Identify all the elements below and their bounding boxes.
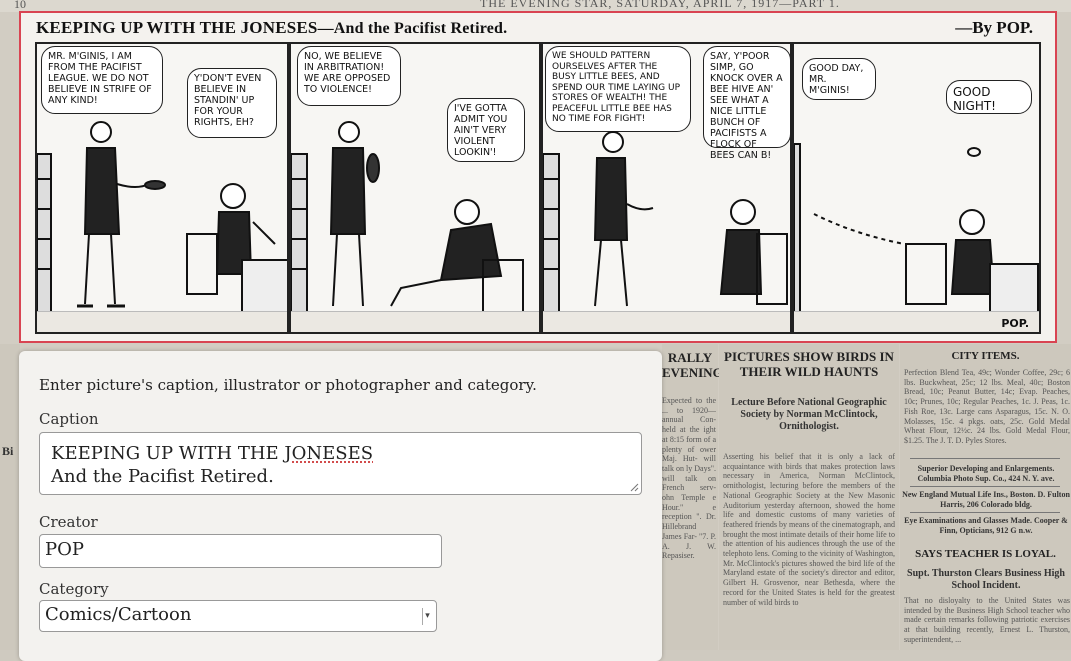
comic-title: KEEPING UP WITH THE JONESES—And the Paci… (36, 18, 507, 38)
misspelled-word: JONESES (284, 443, 374, 464)
dropdown-arrow-icon: ▾ (422, 608, 432, 625)
creator-label: Creator (39, 513, 98, 531)
comic-floor (543, 311, 790, 332)
category-selected-value: Comics/Cartoon (45, 604, 192, 625)
caption-textarea[interactable]: KEEPING UP WITH THE JONESES And the Paci… (39, 432, 642, 495)
comic-drawing (291, 121, 524, 321)
caption-label: Caption (39, 410, 99, 428)
newspaper-header-line: THE EVENING STAR, SATURDAY, APRIL 7, 191… (480, 0, 840, 10)
column-divider (910, 486, 1060, 487)
newspaper-column-left: Bi (0, 344, 20, 650)
column-body: Expected to the ... to 1920— annual Con-… (662, 396, 716, 561)
column-divider (910, 512, 1060, 513)
column-headline: RALLY EVENING (662, 350, 723, 380)
newspaper-column-2: PICTURES SHOW BIRDS IN THEIR WILD HAUNTS… (719, 344, 899, 650)
column-headline: PICTURES SHOW BIRDS IN THEIR WILD HAUNTS (724, 349, 894, 379)
column-body: Asserting his belief that it is only a l… (723, 452, 895, 607)
comic-drawing (543, 131, 788, 315)
column-body: Perfection Blend Tea, 49c; Wonder Coffee… (904, 368, 1070, 445)
comic-drawing (794, 143, 1039, 321)
column-headline: CITY ITEMS. (951, 350, 1020, 362)
caption-dialog: Enter picture's caption, illustrator or … (19, 351, 662, 661)
comic-title-main: KEEPING UP WITH THE JONESES (36, 18, 318, 37)
column-subheadline: Lecture Before National Geographic Socie… (731, 397, 887, 432)
column-ad: Superior Developing and Enlargements. Co… (917, 464, 1055, 483)
caption-line-1: KEEPING UP WITH THE JONESES (51, 442, 630, 465)
column-divider (910, 458, 1060, 459)
resize-handle-icon[interactable] (630, 483, 639, 492)
column-ad: New England Mutual Life Ins., Boston. D.… (902, 490, 1070, 509)
comic-floor (291, 311, 539, 332)
comic-panel-3: We should pattern ourselves after the bu… (541, 42, 792, 334)
caption-line-2: And the Pacifist Retired. (51, 466, 274, 487)
comic-drawing (37, 121, 287, 321)
newspaper-column-3: CITY ITEMS. Perfection Blend Tea, 49c; W… (900, 344, 1071, 650)
comic-panel-4: Good day, Mr. M'Ginis! Good night! POP. (792, 42, 1041, 334)
category-label: Category (39, 580, 109, 598)
category-select[interactable]: Comics/Cartoon ▾ (39, 600, 437, 632)
caption-line-1-text: KEEPING UP WITH THE (51, 443, 285, 464)
comic-panel-1: Mr. M'Ginis, I am from the Pacifist Leag… (35, 42, 289, 334)
comic-author: —By POP. (955, 18, 1033, 37)
column-headline: SAYS TEACHER IS LOYAL. (915, 548, 1056, 560)
creator-input[interactable]: POP (39, 534, 442, 568)
comic-panel-2: No, we believe in arbitration! We are op… (289, 42, 541, 334)
column-body: That no disloyalty to the United States … (904, 596, 1070, 644)
comic-signature: POP. (1001, 317, 1029, 330)
newspaper-column-1: RALLY EVENING Expected to the ... to 192… (662, 344, 723, 650)
column-fragment: Bi (2, 444, 14, 458)
column-subheadline: Supt. Thurston Clears Business High Scho… (907, 568, 1065, 591)
column-ad: Eye Examinations and Glasses Made. Coope… (904, 516, 1068, 535)
comic-floor (37, 311, 287, 332)
comic-title-sub: —And the Pacifist Retired. (317, 20, 508, 37)
dialog-instructions: Enter picture's caption, illustrator or … (39, 376, 537, 394)
